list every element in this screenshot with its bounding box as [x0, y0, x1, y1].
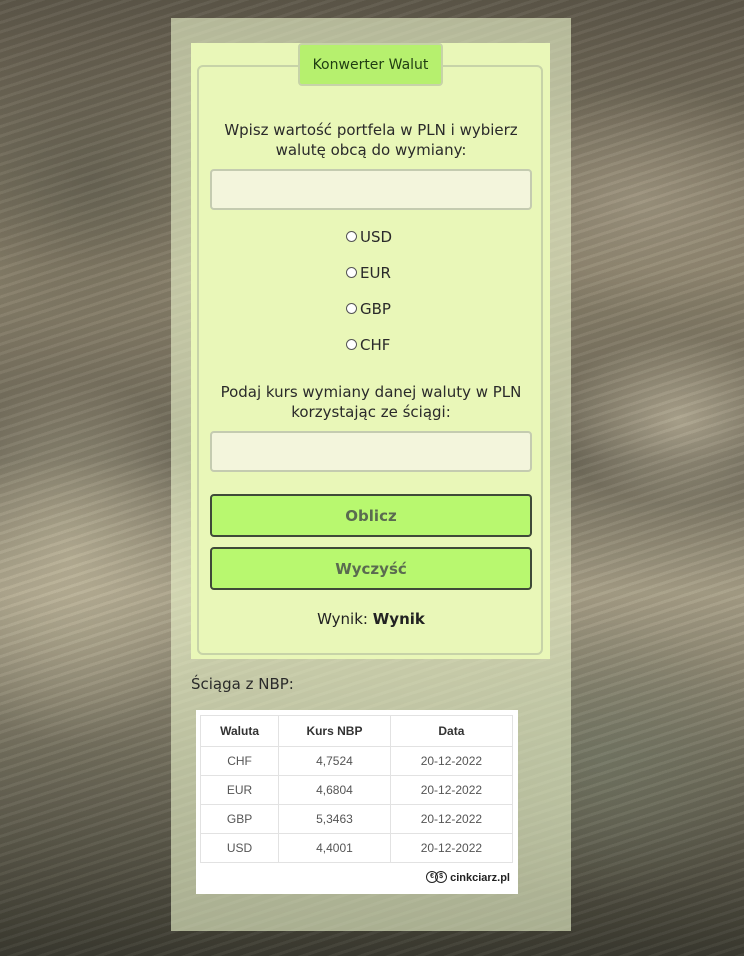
radio-circle[interactable]	[346, 302, 357, 314]
cheatsheet-title: Ściąga z NBP:	[191, 675, 294, 693]
table-row: EUR 4,6804 20-12-2022	[199, 775, 514, 805]
amount-input[interactable]	[210, 169, 532, 210]
table-header-row: Waluta Kurs NBP Data	[199, 715, 514, 747]
amount-instruction: Wpisz wartość portfela w PLN i wybierz w…	[224, 121, 518, 159]
result-value: Wynik	[372, 610, 425, 628]
radio-label: GBP	[360, 300, 391, 318]
table-row: USD 4,4001 20-12-2022	[199, 833, 514, 863]
table-cell: 20-12-2022	[389, 804, 514, 834]
cinkciarz-logo[interactable]: € $ cinkciarz.pl	[426, 871, 510, 884]
table-cell: 4,4001	[278, 833, 391, 863]
radio-eur[interactable]: EUR	[346, 263, 391, 283]
table-cell: 20-12-2022	[389, 833, 514, 863]
table-cell: 20-12-2022	[389, 746, 514, 776]
rates-widget: Waluta Kurs NBP Data CHF 4,7524 20-12-20…	[196, 710, 518, 894]
radio-chf[interactable]: CHF	[346, 335, 390, 355]
radio-label: USD	[360, 228, 393, 246]
calculate-button[interactable]: Oblicz	[210, 494, 532, 537]
table-cell: 4,6804	[278, 775, 391, 805]
brand-name: cinkciarz.pl	[450, 871, 510, 884]
radio-label: EUR	[360, 264, 391, 282]
rate-input[interactable]	[210, 431, 532, 472]
table-cell: 4,7524	[278, 746, 391, 776]
radio-label: CHF	[360, 336, 391, 354]
rates-table: Waluta Kurs NBP Data CHF 4,7524 20-12-20…	[199, 715, 514, 863]
radio-circle[interactable]	[346, 338, 357, 350]
radio-usd[interactable]: USD	[346, 227, 392, 247]
result-line: Wynik: Wynik	[210, 610, 532, 628]
radio-circle[interactable]	[346, 266, 357, 278]
table-cell: 5,3463	[278, 804, 391, 834]
rate-instruction: Podaj kurs wymiany danej waluty w PLN ko…	[220, 383, 522, 421]
table-row: CHF 4,7524 20-12-2022	[199, 746, 514, 776]
column-header: Data	[389, 715, 514, 747]
result-label: Wynik:	[317, 610, 368, 628]
radio-gbp[interactable]: GBP	[346, 299, 391, 319]
column-header: Waluta	[199, 715, 280, 747]
cinkciarz-logo-icon: € $	[426, 871, 448, 884]
table-cell: USD	[199, 833, 280, 863]
table-cell: CHF	[199, 746, 280, 776]
table-cell: EUR	[199, 775, 280, 805]
converter-legend: Konwerter Walut	[298, 43, 443, 86]
radio-circle[interactable]	[346, 230, 357, 242]
column-header: Kurs NBP	[278, 715, 391, 747]
table-cell: GBP	[199, 804, 280, 834]
table-cell: 20-12-2022	[389, 775, 514, 805]
clear-button[interactable]: Wyczyść	[210, 547, 532, 590]
table-row: GBP 5,3463 20-12-2022	[199, 804, 514, 834]
